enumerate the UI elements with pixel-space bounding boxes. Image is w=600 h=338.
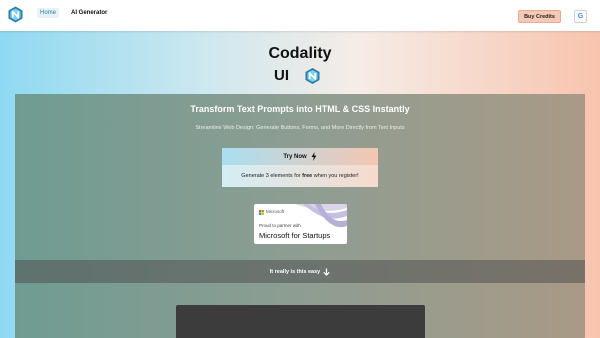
brand-title: Codality: [268, 45, 332, 62]
google-icon: G: [577, 13, 584, 20]
microsoft-startups-badge[interactable]: Microsoft Proud to partner with Microsof…: [254, 204, 347, 244]
hero-title: Transform Text Prompts into HTML & CSS I…: [190, 104, 410, 114]
top-navbar: Home AI Generator Buy Credits G: [0, 0, 600, 31]
badge-swirl-graphic: [295, 204, 347, 228]
codality-logo-icon[interactable]: [8, 6, 23, 23]
easy-label: It really is this easy: [269, 268, 321, 275]
nav-home-link[interactable]: Home: [37, 8, 60, 18]
microsoft-wordmark: Microsoft: [266, 209, 285, 214]
partner-startups-text: Microsoft for Startups: [259, 231, 331, 240]
note-text-after: when you register!: [312, 173, 359, 179]
buy-credits-button[interactable]: Buy Credits: [518, 10, 561, 23]
cube-n-logo-icon: [305, 68, 320, 84]
demo-preview-box: [176, 305, 425, 338]
arrow-down-icon: [323, 268, 330, 276]
easy-section-bar[interactable]: It really is this easy: [15, 260, 585, 283]
brand-subtitle: UI: [274, 67, 289, 84]
free-elements-note: Generate 3 elements for free when you re…: [222, 165, 378, 187]
lightning-bolt-icon: [311, 152, 317, 161]
microsoft-logo-icon: [259, 210, 264, 215]
google-sign-in-button[interactable]: G: [574, 10, 587, 23]
note-text-before: Generate 3 elements for: [241, 173, 303, 179]
partner-proud-text: Proud to partner with: [259, 223, 301, 228]
try-now-button[interactable]: Try Now: [222, 148, 378, 165]
note-free-word: free: [302, 173, 313, 179]
try-now-label: Try Now: [283, 153, 307, 160]
hero-subtitle: Streamline Web Design: Generate Buttons,…: [195, 125, 405, 131]
try-now-card: Try Now Generate 3 elements for free whe…: [222, 148, 378, 188]
nav-ai-generator-link[interactable]: AI Generator: [71, 10, 107, 16]
